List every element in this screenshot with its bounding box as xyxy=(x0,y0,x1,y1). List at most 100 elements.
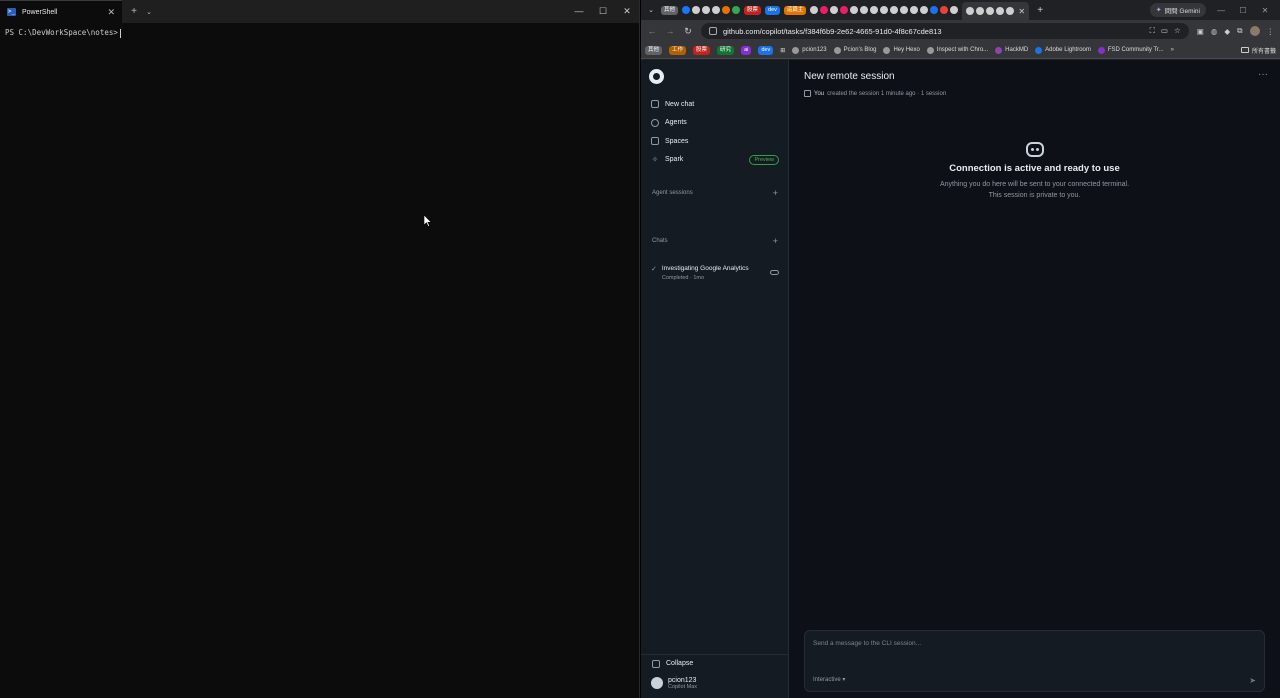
tab-favicon[interactable] xyxy=(732,6,741,14)
gmail-icon[interactable] xyxy=(940,6,949,14)
mode-dropdown[interactable]: Interactive ▾ xyxy=(813,676,845,683)
tab-favicon[interactable] xyxy=(840,6,849,14)
tab-group-dev[interactable]: dev xyxy=(765,5,780,15)
back-arrow-icon[interactable]: ← xyxy=(647,26,657,36)
bookmark-fsd[interactable]: FSD Community Tr... xyxy=(1097,46,1164,54)
facebook-icon[interactable] xyxy=(682,6,691,14)
tab-favicon[interactable] xyxy=(850,6,859,14)
close-tab-icon[interactable]: ✕ xyxy=(107,7,115,18)
bookmark-folder-work[interactable]: 工作 xyxy=(669,45,687,55)
install-app-icon[interactable]: ▭ xyxy=(1161,26,1168,36)
maximize-button[interactable]: ☐ xyxy=(591,6,615,17)
bookmark-star-icon[interactable]: ☆ xyxy=(1174,26,1181,36)
extension-icon[interactable]: ◍ xyxy=(1211,27,1218,36)
forward-arrow-icon[interactable]: → xyxy=(665,26,675,36)
minimize-button[interactable]: — xyxy=(1210,6,1232,15)
tab-favicon[interactable] xyxy=(890,6,899,14)
more-bookmarks-icon[interactable]: » xyxy=(1171,47,1174,53)
tab-favicon[interactable] xyxy=(900,6,909,14)
pinned-tab-favicons[interactable] xyxy=(682,6,741,14)
terminal-body[interactable]: PS C:\DevWorkSpace\notes> xyxy=(0,23,639,43)
folder-icon xyxy=(651,137,659,146)
bookmark-hexo[interactable]: Hey Hexo xyxy=(883,46,920,54)
browser-tabstrip: ⌄ 其他 股票 dev 這篇主 ✕ + ✦ 問問 Gemini — ☐ ✕ xyxy=(641,0,1280,20)
github-icon[interactable] xyxy=(910,6,919,14)
bookmark-folder-dev[interactable]: dev xyxy=(758,45,774,55)
tab-favicon[interactable] xyxy=(880,6,889,14)
active-tab[interactable]: ✕ xyxy=(962,2,1030,20)
tab-favicon[interactable] xyxy=(870,6,879,14)
tab-favicon[interactable] xyxy=(950,6,959,14)
terminal-tab[interactable]: >_ PowerShell ✕ xyxy=(0,0,122,23)
bookmark-folder-ai[interactable]: ai xyxy=(741,45,752,55)
collapse-button[interactable]: Collapse xyxy=(641,654,789,672)
sidebar-item-spaces[interactable]: Spaces xyxy=(641,132,789,151)
sidebar-item-agents[interactable]: Agents xyxy=(641,114,789,133)
profile-avatar[interactable] xyxy=(1249,26,1260,36)
tab-search-icon[interactable]: ⌄ xyxy=(645,6,657,14)
chats-header: Chats + xyxy=(652,236,778,246)
url-text[interactable]: github.com/copilot/tasks/f384f6b9-2e62-4… xyxy=(723,27,942,36)
new-tab-button[interactable]: + xyxy=(1033,5,1047,16)
extension-icon[interactable]: ◆ xyxy=(1224,27,1230,36)
translate-icon[interactable]: ⛶ xyxy=(1150,26,1155,36)
bookmark-folder-other[interactable]: 其他 xyxy=(645,45,663,55)
extension-icon[interactable]: ▣ xyxy=(1197,27,1204,36)
extensions-area: ▣ ◍ ◆ ⧉ ⋮ xyxy=(1197,26,1274,36)
tab-favicon[interactable] xyxy=(712,6,721,14)
close-window-button[interactable]: ✕ xyxy=(1254,6,1276,15)
tab-group-misc[interactable]: 這篇主 xyxy=(783,5,807,15)
tab-favicon[interactable] xyxy=(820,6,829,14)
session-item[interactable]: ✓ Investigating Google Analytics Complet… xyxy=(651,265,779,281)
bookmark-blog[interactable]: Pcion's Blog xyxy=(833,46,876,54)
tab-favicon[interactable] xyxy=(702,6,711,14)
hackmd-icon xyxy=(995,46,1003,54)
send-icon[interactable]: ➤ xyxy=(1249,676,1256,685)
compose-icon xyxy=(651,100,659,109)
tab-favicon[interactable] xyxy=(810,6,819,14)
page-title: New remote session xyxy=(804,71,895,82)
sidebar-item-spark[interactable]: ✧ Spark Preview xyxy=(641,151,789,170)
apps-grid-icon[interactable]: ⊞ xyxy=(780,47,785,54)
spark-icon: ✧ xyxy=(651,154,659,164)
kebab-menu-icon[interactable]: ⋮ xyxy=(1267,27,1275,36)
bookmark-folder-stocks[interactable]: 股票 xyxy=(693,45,711,55)
all-bookmarks-button[interactable]: 所有書籤 xyxy=(1240,46,1276,55)
address-bar[interactable]: github.com/copilot/tasks/f384f6b9-2e62-4… xyxy=(701,23,1189,39)
tab-group-other[interactable]: 其他 xyxy=(661,5,679,15)
maximize-button[interactable]: ☐ xyxy=(1232,6,1254,15)
tab-group-stocks[interactable]: 股票 xyxy=(744,5,762,15)
powershell-icon: >_ xyxy=(7,8,16,16)
github-logo-icon[interactable] xyxy=(649,69,664,84)
puzzle-extensions-icon[interactable]: ⧉ xyxy=(1237,26,1242,36)
sidebar-item-new-chat[interactable]: New chat xyxy=(641,95,789,114)
new-tab-button[interactable]: + xyxy=(126,6,142,17)
tab-favicon[interactable] xyxy=(860,6,869,14)
tab-favicon[interactable] xyxy=(930,6,939,14)
site-info-icon[interactable] xyxy=(709,27,717,35)
tab-favicon[interactable] xyxy=(692,6,701,14)
add-chat-button[interactable]: + xyxy=(773,236,778,246)
ask-gemini-button[interactable]: ✦ 問問 Gemini xyxy=(1149,3,1206,17)
more-options-icon[interactable]: ··· xyxy=(1258,69,1268,80)
tab-favicon[interactable] xyxy=(920,6,929,14)
terminal-tab-title: PowerShell xyxy=(22,8,58,16)
user-menu[interactable]: pcion123 Copilot Max xyxy=(641,672,789,694)
add-session-button[interactable]: + xyxy=(773,188,778,198)
tab-favicon[interactable] xyxy=(830,6,839,14)
bookmark-lightroom[interactable]: Adobe Lightroom xyxy=(1035,46,1091,54)
close-window-button[interactable]: ✕ xyxy=(615,6,639,17)
reload-icon[interactable]: ↻ xyxy=(683,26,693,37)
bookmark-pcion123[interactable]: pcion123 xyxy=(792,46,827,54)
analytics-icon[interactable] xyxy=(722,6,731,14)
bookmark-hackmd[interactable]: HackMD xyxy=(995,46,1028,54)
github-icon xyxy=(986,7,995,15)
close-tab-icon[interactable]: ✕ xyxy=(1018,7,1025,16)
minimize-button[interactable]: — xyxy=(567,6,591,17)
chevron-down-icon[interactable]: ⌄ xyxy=(142,8,156,16)
message-input[interactable] xyxy=(813,640,1213,647)
tab-favicons[interactable] xyxy=(810,6,959,14)
bookmark-folder-research[interactable]: 研究 xyxy=(717,45,735,55)
bookmark-inspect[interactable]: Inspect with Chro... xyxy=(926,46,988,54)
meta-text: created the session 1 minute ago · 1 ses… xyxy=(827,90,947,97)
